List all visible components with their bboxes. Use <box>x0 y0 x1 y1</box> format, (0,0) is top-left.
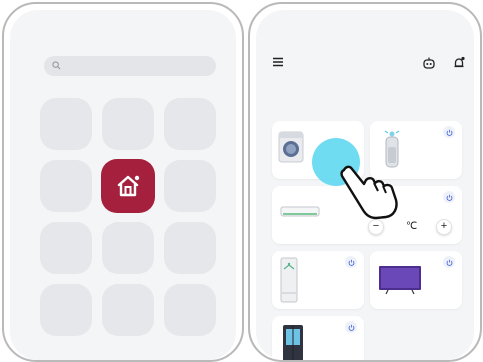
phone-launcher <box>2 2 244 362</box>
power-icon <box>348 324 354 331</box>
power-icon <box>446 129 452 136</box>
app-slot <box>164 160 216 212</box>
power-button[interactable] <box>443 256 455 268</box>
app-slot <box>164 98 216 150</box>
power-icon <box>446 194 452 201</box>
tv-icon <box>379 266 421 295</box>
app-slot <box>40 222 92 274</box>
device-card-refrigerator[interactable] <box>272 316 364 360</box>
temperature-increase-button[interactable]: + <box>436 219 452 235</box>
app-slot <box>102 284 154 336</box>
home-app-screen: − ℃ + <box>256 10 474 360</box>
app-slot <box>102 98 154 150</box>
search-icon <box>52 61 61 70</box>
power-button[interactable] <box>345 256 357 268</box>
device-card-styler[interactable] <box>272 251 364 309</box>
search-bar[interactable] <box>44 56 216 76</box>
app-slot <box>40 98 92 150</box>
power-icon <box>446 259 452 266</box>
hamburger-menu-icon[interactable] <box>272 56 284 68</box>
power-icon <box>348 259 354 266</box>
pointing-hand-icon <box>340 165 398 220</box>
styler-icon <box>280 257 298 303</box>
app-slot <box>40 160 92 212</box>
home-app-icon[interactable] <box>101 159 155 213</box>
app-slot <box>164 222 216 274</box>
washer-icon <box>278 131 304 163</box>
notification-bell-icon[interactable] <box>452 56 466 70</box>
power-button[interactable] <box>345 321 357 333</box>
phone-home-app: − ℃ + <box>248 2 482 362</box>
power-button[interactable] <box>443 126 455 138</box>
launcher-screen <box>10 10 236 360</box>
device-card-tv[interactable] <box>370 251 462 309</box>
refrigerator-icon <box>283 325 303 360</box>
app-slot <box>164 284 216 336</box>
house-icon <box>117 175 140 197</box>
power-button[interactable] <box>443 191 455 203</box>
robot-icon[interactable] <box>422 56 436 70</box>
app-slot <box>102 222 154 274</box>
air-conditioner-icon <box>280 206 320 217</box>
temperature-unit: ℃ <box>406 221 418 232</box>
app-slot <box>40 284 92 336</box>
